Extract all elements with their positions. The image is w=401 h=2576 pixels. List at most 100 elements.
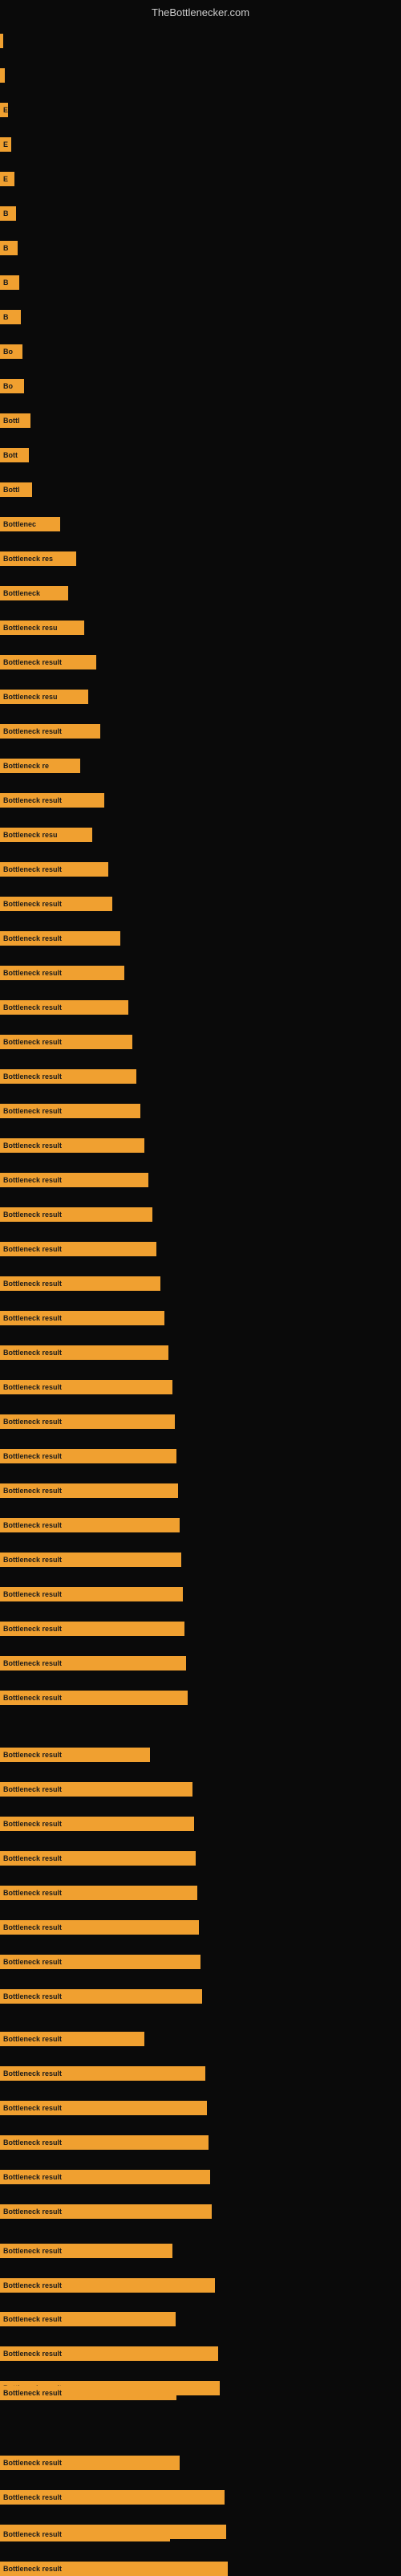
- bar-item: B: [0, 241, 26, 255]
- bar-label: Bottleneck result: [3, 1176, 62, 1184]
- bar-item: Bottleneck result: [0, 1276, 168, 1291]
- bar-item: Bottleneck result: [0, 1920, 207, 1935]
- bar-label: Bottleneck result: [3, 1625, 62, 1633]
- bar-label: Bottleneck result: [3, 2173, 62, 2181]
- bar-label: Bottleneck result: [3, 2069, 62, 2077]
- bar-label: Bottleneck result: [3, 1038, 62, 1046]
- bar-item: Bottleneck result: [0, 2346, 226, 2361]
- bar-label: Bottleneck result: [3, 1107, 62, 1115]
- bar-label: Bottleneck result: [3, 796, 62, 804]
- bar-label: Bottleneck result: [3, 2350, 62, 2358]
- bar-item: Bottleneck result: [0, 655, 104, 669]
- bar-label: Bottleneck result: [3, 1521, 62, 1529]
- bar-item: Bottleneck result: [0, 2204, 220, 2219]
- bar-label: Bottleneck result: [3, 934, 62, 942]
- bar-label: Bo: [3, 382, 13, 390]
- bar-label: Bottleneck result: [3, 1487, 62, 1495]
- bar-item: Bottleneck result: [0, 2032, 152, 2046]
- bar-label: Bottleneck result: [3, 1958, 62, 1966]
- bar-item: Bottleneck result: [0, 1782, 200, 1797]
- bar-item: B: [0, 310, 29, 324]
- bar-item: B: [0, 275, 27, 290]
- bar-label: B: [3, 210, 9, 218]
- bar-item: Bottleneck result: [0, 1587, 191, 1601]
- bar-label: Bottleneck re: [3, 762, 49, 770]
- bar-item: Bottleneck resu: [0, 828, 100, 842]
- bar-label: Bottleneck result: [3, 727, 62, 735]
- bar-label: Bottleneck result: [3, 2281, 62, 2289]
- bar-label: Bottleneck result: [3, 2565, 62, 2573]
- bar-label: Bottleneck result: [3, 2208, 62, 2216]
- bar-item: Bottleneck result: [0, 2066, 213, 2081]
- bar-item: Bottleneck result: [0, 1483, 186, 1498]
- bar-item: Bottleneck result: [0, 2562, 236, 2576]
- bar-item: Bottleneck result: [0, 2170, 218, 2184]
- bar-item: [0, 68, 13, 83]
- bar-label: Bottleneck result: [3, 2459, 62, 2467]
- bar-label: Bottleneck result: [3, 2139, 62, 2147]
- bar-item: Bottleneck result: [0, 1622, 192, 1636]
- bar-label: Bottleneck result: [3, 1314, 62, 1322]
- bar-label: Bottleneck result: [3, 658, 62, 666]
- bar-label: Bottleneck result: [3, 1992, 62, 2000]
- bar-item: Bottleneck result: [0, 724, 108, 739]
- bar-label: Bottleneck result: [3, 1889, 62, 1897]
- bar-item: Bottleneck result: [0, 931, 128, 946]
- bar-item: Bottleneck result: [0, 1449, 184, 1463]
- bar-label: B: [3, 279, 9, 287]
- bar-label: Bo: [3, 348, 13, 356]
- bar-item: Bottleneck result: [0, 1886, 205, 1900]
- bar-item: E: [0, 172, 22, 186]
- bar-item: Bottleneck result: [0, 1035, 140, 1049]
- bar-label: Bottleneck result: [3, 2104, 62, 2112]
- bar-item: Bottleneck result: [0, 1691, 196, 1705]
- bar-label: Bottleneck result: [3, 1452, 62, 1460]
- bar-label: Bottleneck result: [3, 1245, 62, 1253]
- bar-label: Bottl: [3, 486, 20, 494]
- bar-item: Bottleneck result: [0, 1207, 160, 1222]
- bar-label: E: [3, 175, 8, 183]
- bar-label: Bottleneck result: [3, 1694, 62, 1702]
- bar-label: Bottleneck result: [3, 1211, 62, 1219]
- bar-item: Bottleneck result: [0, 2101, 215, 2115]
- bar-item: Bottleneck res: [0, 551, 84, 566]
- bar-label: Bottleneck result: [3, 1003, 62, 1011]
- bar-label: Bottleneck resu: [3, 831, 58, 839]
- bar-item: Bottleneck: [0, 586, 76, 600]
- bar-item: Bottleneck result: [0, 2244, 180, 2258]
- bar-item: Bottleneck result: [0, 1656, 194, 1671]
- bar-item: E: [0, 103, 16, 117]
- bar-label: Bottleneck resu: [3, 693, 58, 701]
- bar-item: Bottleneck re: [0, 759, 88, 773]
- bar-label: Bottleneck result: [3, 1383, 62, 1391]
- bar-label: Bottleneck result: [3, 2493, 62, 2501]
- bar-item: Bott: [0, 448, 37, 462]
- bar-label: Bottleneck result: [3, 1820, 62, 1828]
- bar-item: Bottleneck result: [0, 1104, 148, 1118]
- bar-label: Bottleneck result: [3, 1280, 62, 1288]
- site-title: TheBottlenecker.com: [152, 6, 249, 18]
- bar-label: Bottleneck result: [3, 1349, 62, 1357]
- bar-item: Bottleneck result: [0, 1989, 210, 2004]
- bar-item: Bottlenec: [0, 517, 68, 531]
- bar-label: Bottleneck result: [3, 900, 62, 908]
- bar-label: Bott: [3, 451, 18, 459]
- bar-label: Bottleneck result: [3, 1556, 62, 1564]
- bar-item: Bottl: [0, 413, 38, 428]
- bar-item: Bottleneck result: [0, 793, 112, 808]
- bar-item: Bottleneck resu: [0, 690, 96, 704]
- bar-label: Bottleneck result: [3, 865, 62, 873]
- bar-item: Bottleneck result: [0, 2312, 184, 2326]
- bar-item: Bottleneck result: [0, 1955, 209, 1969]
- bar-item: Bottleneck result: [0, 1817, 202, 1831]
- bar-label: B: [3, 244, 9, 252]
- bar-item: Bottleneck result: [0, 1748, 158, 1762]
- bar-label: E: [3, 106, 8, 114]
- bar-label: Bottleneck res: [3, 555, 53, 563]
- bar-item: Bottleneck result: [0, 2456, 188, 2470]
- bar-label: Bottleneck result: [3, 969, 62, 977]
- bar-label: Bottleneck result: [3, 2035, 62, 2043]
- bar-label: Bottleneck result: [3, 1418, 62, 1426]
- bar-item: Bottleneck result: [0, 2527, 178, 2541]
- bar-item: Bottleneck result: [0, 1345, 176, 1360]
